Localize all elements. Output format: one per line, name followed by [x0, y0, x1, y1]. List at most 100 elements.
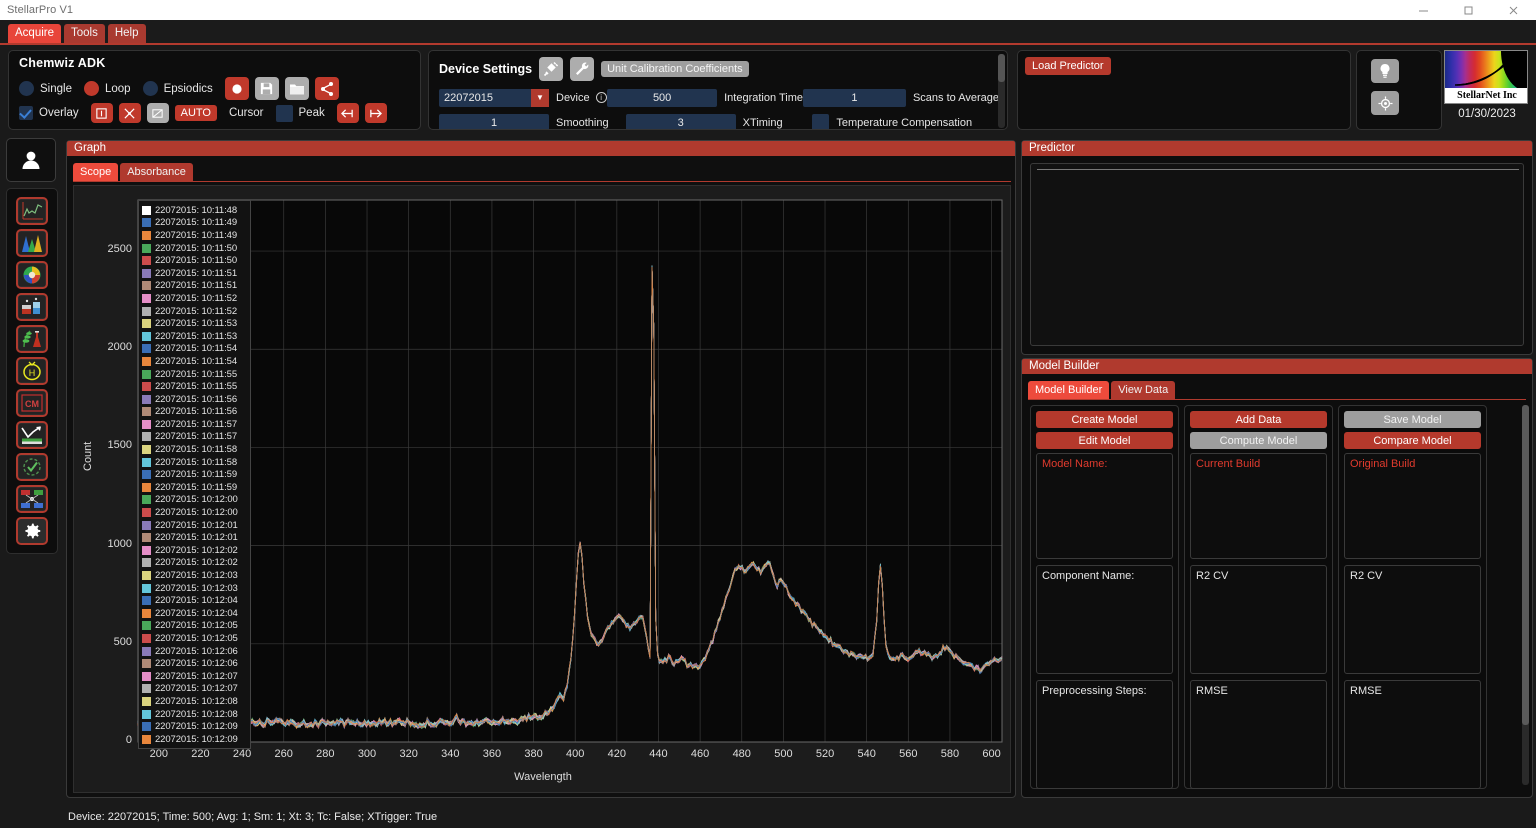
legend-item: 22072015: 10:11:49: [142, 229, 248, 242]
cm-icon: CM: [19, 392, 45, 414]
chevron-down-icon[interactable]: ▼: [531, 88, 549, 107]
model-builder-column-2: Add Data Compute Model Current Build R2 …: [1184, 405, 1333, 789]
scans-to-average-label: Scans to Average: [912, 91, 999, 104]
xtiming-input[interactable]: 3: [625, 113, 736, 129]
model-name-field[interactable]: Model Name:: [1036, 453, 1173, 559]
temperature-compensation-label: Temperature Compensation: [836, 116, 973, 129]
sidebar-item-validate[interactable]: [16, 453, 48, 481]
sidebar-item-spectrum-trace[interactable]: [16, 197, 48, 225]
legend-swatch: [142, 520, 151, 530]
chart-legend[interactable]: 22072015: 10:11:48 22072015: 10:11:49 2207…: [138, 200, 251, 749]
current-build-field[interactable]: Current Build: [1190, 453, 1327, 559]
menu-item-acquire[interactable]: Acquire: [8, 24, 61, 43]
original-rmse-field[interactable]: RMSE: [1344, 680, 1481, 789]
component-name-field[interactable]: Component Name:: [1036, 565, 1173, 674]
legend-item: 22072015: 10:12:09: [142, 733, 248, 746]
sidebar-item-lab-sample[interactable]: [16, 293, 48, 321]
save-button[interactable]: [254, 77, 279, 100]
plug-icon[interactable]: [539, 57, 564, 81]
close-icon[interactable]: [1491, 0, 1536, 20]
maximize-icon[interactable]: [1446, 0, 1491, 20]
no-graph-button[interactable]: [146, 103, 169, 123]
compute-model-button[interactable]: Compute Model: [1190, 432, 1327, 449]
legend-item: 22072015: 10:12:04: [142, 594, 248, 607]
predictor-results-area[interactable]: [1030, 163, 1524, 346]
legend-label: 22072015: 10:11:51: [155, 280, 238, 292]
menu-item-help[interactable]: Help: [107, 24, 146, 43]
auto-button[interactable]: AUTO: [174, 105, 217, 121]
brand-name: StellarNet Inc: [1457, 90, 1517, 101]
legend-item: 22072015: 10:11:58: [142, 456, 248, 469]
save-model-button[interactable]: Save Model: [1344, 411, 1481, 428]
integration-time-input[interactable]: 500: [607, 88, 718, 107]
legend-swatch: [142, 457, 151, 467]
predictor-divider: [1037, 169, 1519, 170]
delete-button[interactable]: [90, 103, 113, 123]
legend-swatch: [142, 696, 151, 706]
wrench-icon[interactable]: [570, 57, 595, 81]
legend-item: 22072015: 10:12:05: [142, 620, 248, 633]
sidebar-item-trend[interactable]: [16, 421, 48, 449]
collapse-button[interactable]: [118, 103, 141, 123]
overlay-checkbox[interactable]: [19, 106, 33, 120]
lightbulb-icon[interactable]: [1371, 59, 1399, 83]
compare-model-button[interactable]: Compare Model: [1344, 432, 1481, 449]
current-rmse-field[interactable]: RMSE: [1190, 680, 1327, 789]
sidebar-item-settings[interactable]: [16, 517, 48, 545]
lamp-panel: [1356, 50, 1442, 130]
legend-item: 22072015: 10:11:49: [142, 217, 248, 230]
device-settings-scrollbar[interactable]: [998, 54, 1005, 128]
user-avatar-icon[interactable]: [6, 138, 56, 182]
current-r2cv-field[interactable]: R2 CV: [1190, 565, 1327, 674]
legend-label: 22072015: 10:12:09: [155, 721, 238, 733]
sidebar-item-color-wheel[interactable]: [16, 261, 48, 289]
legend-swatch: [142, 432, 151, 442]
temperature-compensation-checkbox[interactable]: [812, 114, 830, 129]
legend-swatch: [142, 671, 151, 681]
menu-item-tools[interactable]: Tools: [64, 24, 105, 43]
info-icon[interactable]: i: [595, 92, 607, 103]
sidebar-item-hydrogen[interactable]: H: [16, 357, 48, 385]
minimize-icon[interactable]: [1401, 0, 1446, 20]
tab-view-data[interactable]: View Data: [1111, 381, 1176, 399]
mode-radio-epsiodics[interactable]: [142, 81, 158, 96]
legend-label: 22072015: 10:12:00: [155, 494, 238, 506]
left-sidebar: H CM: [6, 138, 58, 798]
cursor-label: Cursor: [228, 107, 264, 119]
tab-scope[interactable]: Scope: [73, 163, 119, 181]
device-select[interactable]: 22072015 ▼: [439, 88, 549, 107]
edit-model-button[interactable]: Edit Model: [1036, 432, 1173, 449]
sidebar-item-spectrum-color[interactable]: [16, 229, 48, 257]
unit-calibration-coefficients-button[interactable]: Unit Calibration Coefficients: [601, 61, 749, 77]
sidebar-item-cm[interactable]: CM: [16, 389, 48, 417]
mode-radio-single[interactable]: [19, 81, 34, 96]
prev-peak-button[interactable]: [336, 103, 359, 123]
target-icon[interactable]: [1371, 91, 1399, 115]
create-model-button[interactable]: Create Model: [1036, 411, 1173, 428]
mode-radio-loop[interactable]: [83, 81, 99, 96]
smoothing-input[interactable]: 1: [439, 113, 549, 129]
spectrum-plot[interactable]: Count Wavelength 0 500 1000 1500 2000 2500 20…: [73, 185, 1011, 793]
tab-model-builder[interactable]: Model Builder: [1028, 381, 1110, 399]
share-button[interactable]: [314, 77, 339, 100]
load-predictor-button[interactable]: Load Predictor: [1025, 57, 1111, 75]
record-button[interactable]: [224, 77, 249, 100]
legend-swatch: [142, 243, 151, 253]
add-data-button[interactable]: Add Data: [1190, 411, 1327, 428]
original-r2cv-field[interactable]: R2 CV: [1344, 565, 1481, 674]
model-builder-scrollbar[interactable]: [1522, 405, 1529, 785]
legend-label: 22072015: 10:12:06: [155, 658, 238, 670]
sidebar-item-plant-chem[interactable]: [16, 325, 48, 353]
legend-item: 22072015: 10:11:59: [142, 481, 248, 494]
open-folder-button[interactable]: [284, 77, 309, 100]
sidebar-item-network[interactable]: [16, 485, 48, 513]
legend-item: 22072015: 10:12:07: [142, 670, 248, 683]
preprocessing-steps-field[interactable]: Preprocessing Steps:: [1036, 680, 1173, 789]
tab-absorbance[interactable]: Absorbance: [120, 163, 193, 181]
peak-checkbox[interactable]: [275, 104, 293, 122]
next-peak-button[interactable]: [364, 103, 387, 123]
scans-to-average-input[interactable]: 1: [803, 88, 906, 107]
legend-item: 22072015: 10:11:53: [142, 317, 248, 330]
legend-label: 22072015: 10:11:54: [155, 343, 238, 355]
original-build-field[interactable]: Original Build: [1344, 453, 1481, 559]
